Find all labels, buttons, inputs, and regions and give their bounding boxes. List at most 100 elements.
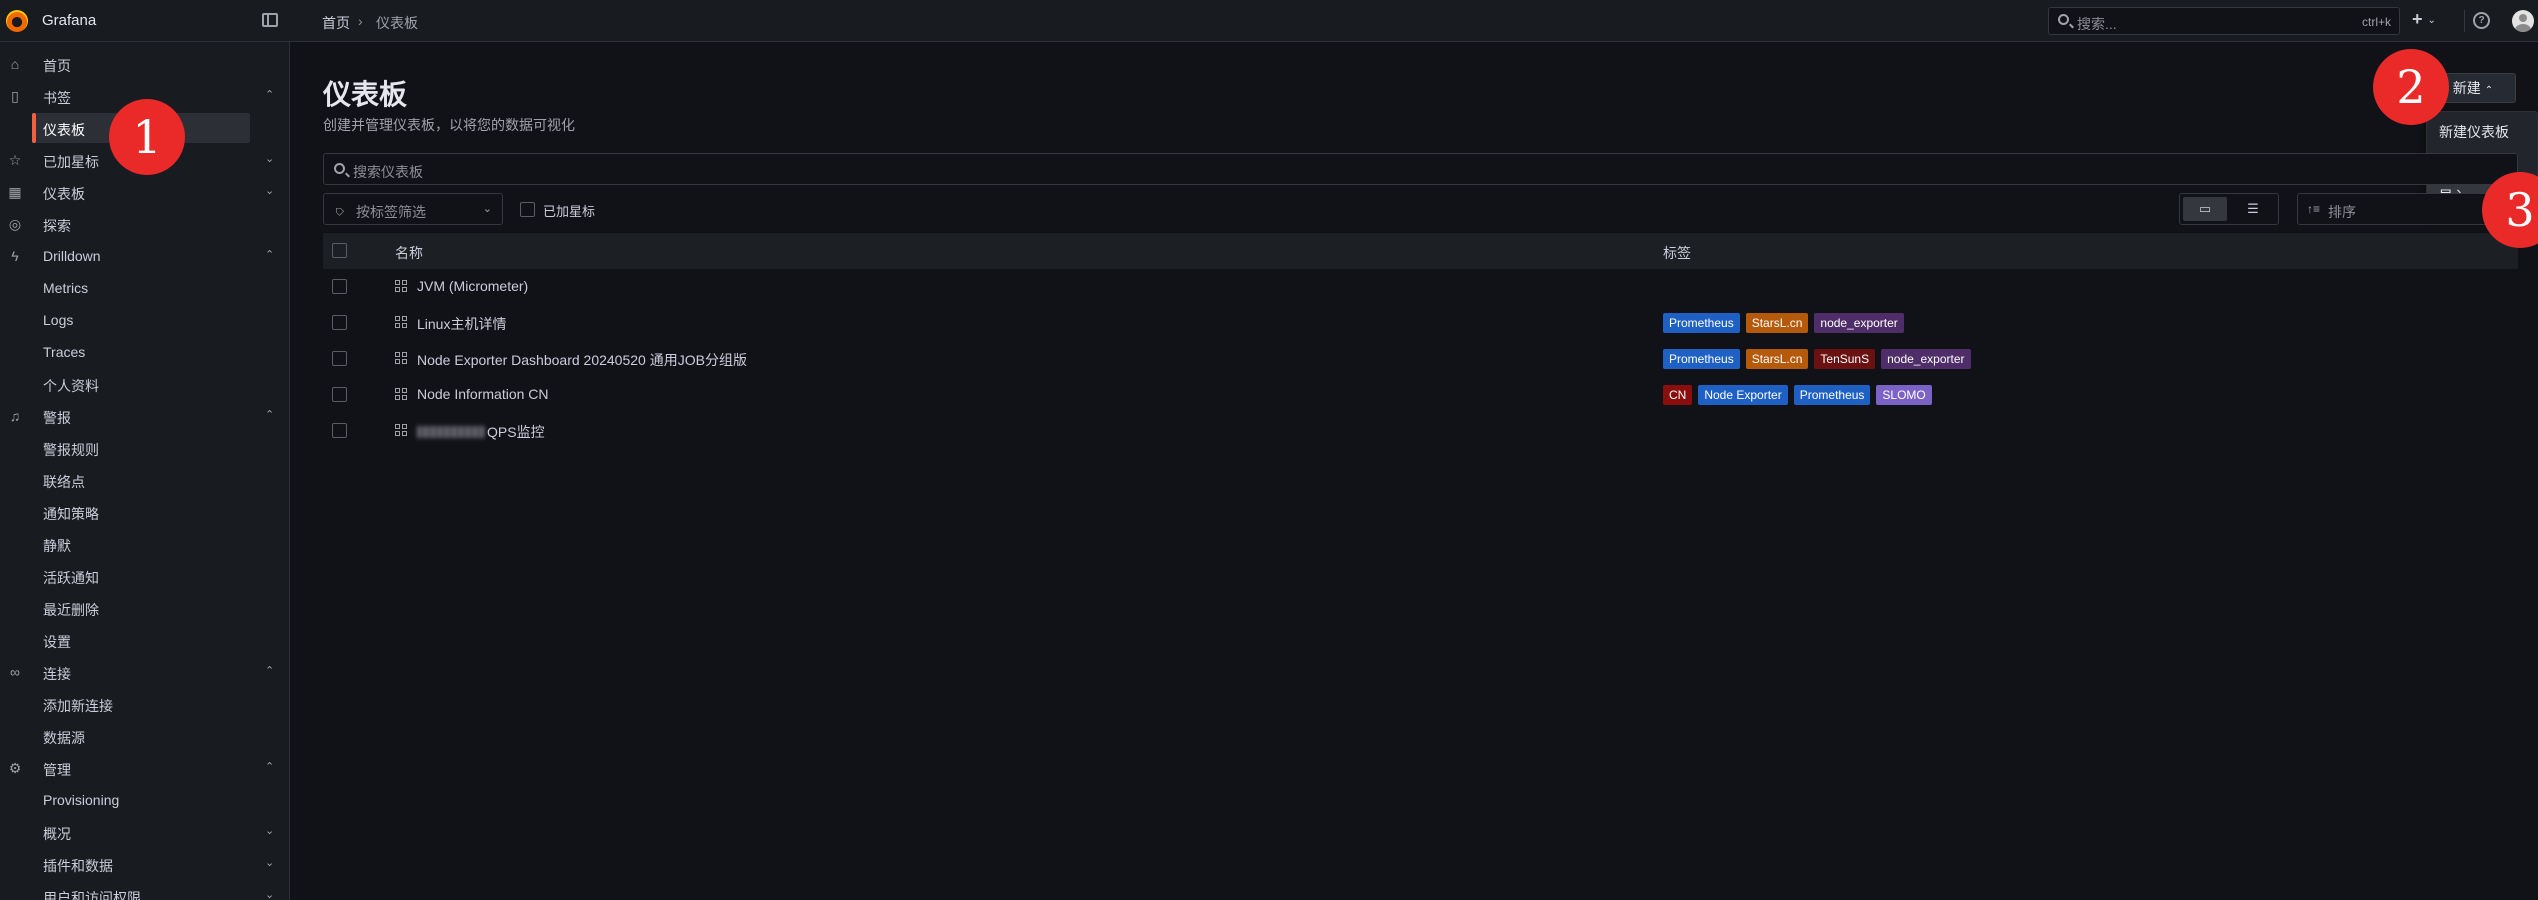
sidebar-item-26[interactable]: 用户和访问权限 ⌄ [0,881,290,900]
sidebar-item-21[interactable]: 数据源 [0,721,290,751]
sidebar-item-7[interactable]: Metrics [0,273,290,303]
breadcrumb-home[interactable]: 首页 [322,13,350,33]
sidebar-item-20[interactable]: 添加新连接 [0,689,290,719]
tag-badge[interactable]: Prometheus [1663,349,1740,369]
table-row[interactable]: Linux主机详情 Prometheus StarsL.cn node_exporte… [323,305,2518,341]
dashboard-name-link[interactable]: Linux主机详情 [417,314,506,334]
tag-badge[interactable]: Prometheus [1793,385,1871,405]
row-checkbox[interactable] [332,279,347,294]
sidebar-item-label: 通知策略 [43,506,99,522]
sort-icon: ↑≡ [2307,202,2321,216]
table-row[interactable]: QPS监控 [323,413,2518,449]
chevron-down-icon[interactable]: ⌄ [265,152,274,165]
select-all-checkbox[interactable] [332,243,347,258]
chevron-down-icon[interactable]: ⌄ [265,824,274,837]
chevron-up-icon[interactable]: ⌃ [265,408,274,421]
sidebar-item-22[interactable]: ⚙ 管理 ⌃ [0,753,290,783]
tag-filter-placeholder: 按标签筛选 [356,204,426,220]
cog-icon: ⚙ [8,760,22,776]
tag-badge[interactable]: TenSunS [1814,349,1876,369]
row-checkbox[interactable] [332,423,347,438]
list-view-icon[interactable]: ☰ [2231,197,2275,221]
dashboard-name-link[interactable]: QPS监控 [417,422,545,442]
sidebar-item-19[interactable]: ∞ 连接 ⌃ [0,657,290,687]
apps-icon: ▦ [8,184,22,200]
row-checkbox[interactable] [332,351,347,366]
grafana-logo-icon[interactable] [6,10,28,32]
row-checkbox[interactable] [332,387,347,402]
dashboard-grid-icon [395,352,408,365]
chevron-down-icon[interactable]: ⌄ [265,856,274,869]
sidebar-item-label: Provisioning [43,792,120,808]
sidebar-item-13[interactable]: 联络点 [0,465,290,495]
tag-icon: ⌂ [329,201,347,219]
tag-badge[interactable]: Node Exporter [1698,385,1788,405]
tag-badge[interactable]: SLOMO [1876,385,1932,405]
sidebar-item-label: 警报 [43,410,71,426]
tag-badge[interactable]: Prometheus [1663,313,1740,333]
tag-badge[interactable]: StarsL.cn [1745,313,1809,333]
dashboard-name-link[interactable]: Node Exporter Dashboard 20240520 通用JOB分组… [417,350,747,370]
table-row[interactable]: Node Information CN CN Node Exporter Promet… [323,377,2518,413]
chevron-up-icon[interactable]: ⌃ [265,760,274,773]
sidebar-item-9[interactable]: Traces [0,337,290,367]
add-new-button[interactable]: + ⌄ [2412,9,2436,30]
breadcrumb-separator: › [358,13,363,29]
sidebar-item-6[interactable]: ϟ Drilldown ⌃ [0,241,290,271]
tag-filter-select[interactable]: ⌂ 按标签筛选 ⌄ [323,193,503,225]
dashboard-name-link[interactable]: Node Information CN [417,386,549,402]
starred-checkbox[interactable] [520,202,535,217]
dashboard-grid-icon [395,424,408,437]
help-icon[interactable]: ? [2473,12,2490,29]
sidebar-item-23[interactable]: Provisioning [0,785,290,815]
table-row[interactable]: Node Exporter Dashboard 20240520 通用JOB分组… [323,341,2518,377]
tag-badge[interactable]: CN [1663,385,1693,405]
sidebar-item-label: 联络点 [43,474,85,490]
sidebar-item-17[interactable]: 最近删除 [0,593,290,623]
row-checkbox[interactable] [332,315,347,330]
sidebar-item-label: 设置 [43,634,71,650]
sidebar-item-14[interactable]: 通知策略 [0,497,290,527]
sidebar-item-16[interactable]: 活跃通知 [0,561,290,591]
dashboard-search-input[interactable]: 搜索仪表板 [323,153,2518,185]
menu-item-new-dashboard[interactable]: 新建仪表板 [2427,116,2538,148]
table-header: 名称 标签 [323,233,2518,269]
sidebar-item-11[interactable]: ♫ 警报 ⌃ [0,401,290,431]
sidebar-item-label: 仪表板 [43,186,85,202]
sidebar-item-24[interactable]: 概况 ⌄ [0,817,290,847]
sidebar-item-label: Metrics [43,280,89,296]
sidebar-item-10[interactable]: 个人资料 [0,369,290,399]
folder-view-icon[interactable]: ▭ [2183,197,2227,221]
chevron-up-icon[interactable]: ⌃ [265,664,274,677]
tag-badge[interactable]: StarsL.cn [1745,349,1809,369]
dock-menu-icon[interactable] [262,13,278,27]
dashboard-name-link[interactable]: JVM (Micrometer) [417,278,528,294]
sidebar-item-8[interactable]: Logs [0,305,290,335]
sidebar-item-15[interactable]: 静默 [0,529,290,559]
tag-badge[interactable]: node_exporter [1881,349,1971,369]
sidebar-item-label: 管理 [43,762,71,778]
user-avatar[interactable] [2512,10,2534,32]
view-toggle: ▭ ☰ [2179,193,2279,225]
sidebar-item-18[interactable]: 设置 [0,625,290,655]
sidebar-item-12[interactable]: 警报规则 [0,433,290,463]
dashboard-name-text: Linux主机详情 [417,316,507,332]
tag-badge[interactable]: node_exporter [1814,313,1904,333]
link-icon: ∞ [10,664,20,680]
table-row[interactable]: JVM (Micrometer) [323,269,2518,305]
chevron-up-icon[interactable]: ⌃ [265,248,274,261]
chevron-down-icon[interactable]: ⌄ [265,184,274,197]
sidebar-item-5[interactable]: ◎ 探索 [0,209,290,239]
page-title: 仪表板 [323,79,408,110]
sidebar-item-0[interactable]: ⌂ 首页 [0,49,290,79]
sidebar-item-4[interactable]: ▦ 仪表板 ⌄ [0,177,290,207]
chevron-up-icon[interactable]: ⌃ [265,88,274,101]
sidebar-item-25[interactable]: 插件和数据 ⌄ [0,849,290,879]
dashboard-grid-icon [395,388,408,401]
sidebar-item-label: 活跃通知 [43,570,99,586]
dashboard-search-placeholder: 搜索仪表板 [353,164,423,180]
dashboard-name-text: JVM (Micrometer) [417,278,529,294]
chevron-down-icon[interactable]: ⌄ [265,888,274,900]
global-search-input[interactable]: 搜索... ctrl+k [2048,7,2400,35]
column-header-tags: 标签 [1663,245,1691,261]
